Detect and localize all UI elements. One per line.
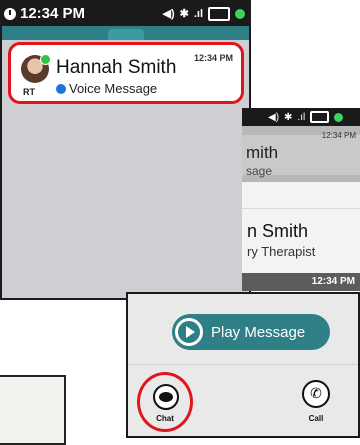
chat-label: Chat xyxy=(156,414,174,423)
contact-name: n Smith xyxy=(247,221,309,241)
volume-icon: ◀) xyxy=(162,8,175,20)
signal-icon: .ıl xyxy=(193,8,203,20)
footer-time: 12:34 PM xyxy=(311,276,355,287)
voice-message-notification[interactable]: RT Hannah Smith Voice Message 12:34 PM xyxy=(8,42,244,104)
pull-tab[interactable] xyxy=(107,29,144,40)
presence-icon xyxy=(334,112,344,122)
play-message-button[interactable]: Play Message xyxy=(172,314,330,350)
bluetooth-icon: ✱ xyxy=(179,8,189,20)
action-screen: Play Message Chat ✆ Call xyxy=(126,292,360,438)
header-bar xyxy=(2,26,249,40)
signal-icon: .ıl xyxy=(297,111,306,123)
phone-icon: ✆ xyxy=(302,380,330,408)
call-button[interactable]: ✆ Call xyxy=(299,374,339,428)
notification-card-faded: 12:34 PM mith sage xyxy=(242,126,360,182)
presence-icon xyxy=(235,9,245,19)
contact-role: ry Therapist xyxy=(247,244,316,259)
chat-icon xyxy=(153,384,179,410)
notification-screen: 12:34 PM ◀) ✱ .ıl RT Hannah Smith Voice … xyxy=(0,0,251,300)
divider xyxy=(242,208,360,209)
battery-icon xyxy=(310,111,330,123)
online-status-icon xyxy=(40,54,51,65)
bluetooth-icon: ✱ xyxy=(284,111,293,123)
caller-name: Hannah Smith xyxy=(56,57,177,78)
footer-bar: 12:34 PM xyxy=(242,273,360,291)
detail-screen: ◀) ✱ .ıl 12:34 PM mith sage n Smith ry T… xyxy=(242,108,360,291)
partial-panel xyxy=(0,375,66,445)
voice-message-icon xyxy=(56,83,66,94)
status-bar: 12:34 PM ◀) ✱ .ıl xyxy=(2,2,249,26)
battery-icon xyxy=(208,7,230,21)
card-type: sage xyxy=(246,164,273,178)
notification-time: 12:34 PM xyxy=(193,53,233,63)
message-type: Voice Message xyxy=(69,81,158,96)
chat-button[interactable]: Chat xyxy=(137,372,193,432)
alarm-icon xyxy=(4,7,16,20)
divider xyxy=(128,364,358,365)
status-time: 12:34 PM xyxy=(20,5,86,22)
status-bar: ◀) ✱ .ıl xyxy=(242,108,360,126)
play-icon xyxy=(175,318,203,346)
volume-icon: ◀) xyxy=(268,111,280,123)
role-initials: RT xyxy=(23,87,35,97)
call-label: Call xyxy=(308,414,324,423)
play-message-label: Play Message xyxy=(211,323,306,341)
card-time: 12:34 PM xyxy=(321,131,356,140)
card-name: mith xyxy=(246,143,279,162)
